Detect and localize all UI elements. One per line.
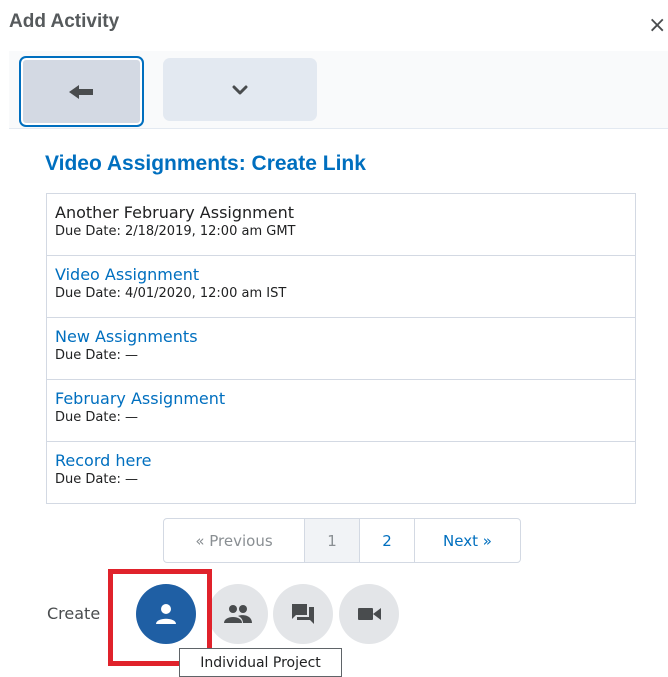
assignment-due-date: Due Date: 4/01/2020, 12:00 am IST xyxy=(55,286,287,301)
add-activity-dialog: Add Activity × Video Assignments: Create… xyxy=(0,0,668,677)
assignment-list: Another February Assignment Due Date: 2/… xyxy=(46,193,636,504)
video-button[interactable] xyxy=(339,584,399,644)
discussion-icon xyxy=(292,604,314,624)
assignment-link[interactable]: February Assignment xyxy=(55,389,635,409)
group-project-button[interactable] xyxy=(208,584,268,644)
create-label: Create xyxy=(47,604,101,623)
video-camera-icon xyxy=(358,608,381,620)
assignment-link[interactable]: Video Assignment xyxy=(55,265,635,285)
people-icon xyxy=(224,605,252,623)
list-item: Video Assignment Due Date: 4/01/2020, 12… xyxy=(47,256,635,318)
close-icon[interactable]: × xyxy=(648,15,668,37)
toolbar xyxy=(9,51,668,129)
pagination: « Previous 1 2 Next » xyxy=(163,518,521,563)
list-item: February Assignment Due Date: — xyxy=(47,380,635,442)
page-1-button[interactable]: 1 xyxy=(305,519,360,562)
assignment-due-date: Due Date: 2/18/2019, 12:00 am GMT xyxy=(55,224,296,239)
assignment-title: Another February Assignment xyxy=(55,203,294,222)
more-options-dropdown[interactable] xyxy=(163,58,317,121)
page-2-button[interactable]: 2 xyxy=(360,519,415,562)
assignment-link[interactable]: Record here xyxy=(55,451,635,471)
assignment-due-date: Due Date: — xyxy=(55,410,138,425)
tooltip: Individual Project xyxy=(179,648,342,677)
discussion-button[interactable] xyxy=(273,584,333,644)
dialog-title: Add Activity xyxy=(9,11,120,32)
list-item: Record here Due Date: — xyxy=(47,442,635,503)
list-item: Another February Assignment Due Date: 2/… xyxy=(47,194,635,256)
next-page-button[interactable]: Next » xyxy=(415,519,520,562)
assignment-link[interactable]: New Assignments xyxy=(55,327,635,347)
assignment-due-date: Due Date: — xyxy=(55,472,138,487)
arrow-left-icon xyxy=(68,84,93,99)
assignment-due-date: Due Date: — xyxy=(55,348,138,363)
back-button[interactable] xyxy=(19,56,144,127)
previous-page-button[interactable]: « Previous xyxy=(164,519,305,562)
chevron-down-icon xyxy=(232,85,248,94)
list-item: New Assignments Due Date: — xyxy=(47,318,635,380)
section-title: Video Assignments: Create Link xyxy=(45,152,366,175)
